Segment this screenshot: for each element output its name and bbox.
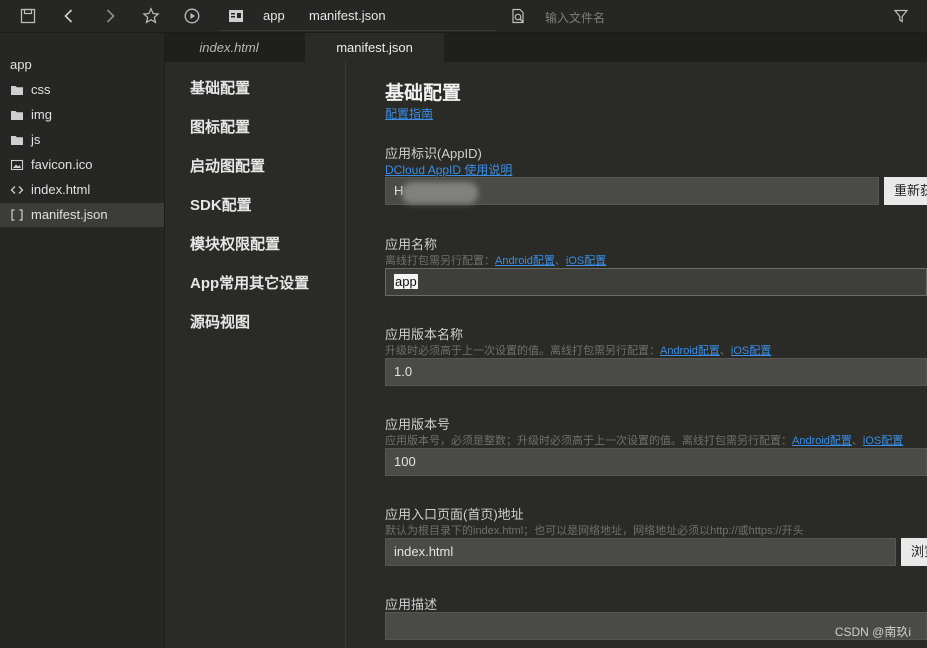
version-name-value: 1.0 <box>394 364 413 379</box>
basic-config-form: 基础配置 配置指南 应用标识(AppID) DCloud AppID 使用说明 … <box>345 62 927 648</box>
breadcrumb-divider <box>219 30 496 31</box>
tree-item-label: img <box>31 107 52 122</box>
tree-item-label: favicon.ico <box>31 157 93 172</box>
entry-page-label: 应用入口页面(首页)地址 <box>385 507 524 522</box>
save-icon[interactable] <box>18 6 38 26</box>
tree-item-favicon[interactable]: favicon.ico <box>0 153 164 177</box>
tree-item-label: app <box>10 57 32 72</box>
page-title: 基础配置 <box>385 83 462 104</box>
hint-separator: 、 <box>719 345 731 357</box>
version-code-field[interactable]: 100 <box>385 448 927 476</box>
android-config-link[interactable]: Android配置 <box>660 345 720 357</box>
ios-config-link[interactable]: iOS配置 <box>731 345 771 357</box>
folder-icon <box>10 133 24 147</box>
nav-splash-config[interactable]: 启动图配置 <box>190 155 265 176</box>
version-code-label: 应用版本号 <box>385 417 451 432</box>
regenerate-appid-button[interactable]: 重新获取 <box>884 177 927 205</box>
project-file-tree: app css img js favicon.ico index.html ma… <box>0 33 165 648</box>
hint-text: 应用版本号，必须是整数；升级时必须高于上一次设置的值。离线打包需另行配置： <box>385 435 792 447</box>
hint-text: 升级时必须高于上一次设置的值。离线打包需另行配置： <box>385 345 660 357</box>
entry-page-field[interactable]: index.html <box>385 538 896 566</box>
hint-separator: 、 <box>851 435 863 447</box>
version-name-hint: 升级时必须高于上一次设置的值。离线打包需另行配置：Android配置、iOS配置 <box>385 342 771 358</box>
run-icon[interactable] <box>182 6 202 26</box>
tree-item-label: js <box>31 132 41 147</box>
tree-item-css[interactable]: css <box>0 78 164 102</box>
hint-text: 离线打包需另行配置： <box>385 255 495 267</box>
browse-button[interactable]: 浏览 <box>901 538 927 566</box>
editor-tab-bar: index.html manifest.json <box>165 33 927 62</box>
description-label: 应用描述 <box>385 597 438 612</box>
csdn-watermark: CSDN @南玖i <box>834 625 911 639</box>
image-icon <box>10 158 24 172</box>
nav-icon-config[interactable]: 图标配置 <box>190 116 250 137</box>
hint-separator: 、 <box>554 255 566 267</box>
code-icon <box>10 183 24 197</box>
top-toolbar: app manifest.json 输入文件名 <box>0 0 927 33</box>
version-name-field[interactable]: 1.0 <box>385 358 927 386</box>
version-code-hint: 应用版本号，必须是整数；升级时必须高于上一次设置的值。离线打包需另行配置：And… <box>385 432 927 448</box>
nav-module-permissions[interactable]: 模块权限配置 <box>190 233 280 254</box>
ios-config-link[interactable]: iOS配置 <box>863 435 903 447</box>
tree-item-label: index.html <box>31 182 91 197</box>
star-icon[interactable] <box>141 6 161 26</box>
app-name-value: app <box>394 274 418 289</box>
tab-manifest-json[interactable]: manifest.json <box>305 33 444 62</box>
nav-basic-config[interactable]: 基础配置 <box>190 77 250 98</box>
redacted-appid-mask <box>402 182 478 204</box>
folder-icon <box>10 108 24 122</box>
config-guide-link[interactable]: 配置指南 <box>385 105 433 122</box>
tree-item-app[interactable]: app <box>0 53 164 77</box>
tree-item-manifest-json[interactable]: manifest.json <box>0 203 164 227</box>
preview-icon[interactable] <box>226 6 246 26</box>
filter-icon[interactable] <box>891 6 911 26</box>
nav-source-view[interactable]: 源码视图 <box>190 311 250 332</box>
tree-item-js[interactable]: js <box>0 128 164 152</box>
breadcrumb-project[interactable]: app <box>263 8 285 23</box>
tree-item-index-html[interactable]: index.html <box>0 178 164 202</box>
nav-sdk-config[interactable]: SDK配置 <box>190 194 252 215</box>
tree-item-label: manifest.json <box>31 207 108 222</box>
nav-app-other-settings[interactable]: App常用其它设置 <box>190 272 309 293</box>
android-config-link[interactable]: Android配置 <box>495 255 555 267</box>
manifest-settings-nav: 基础配置 图标配置 启动图配置 SDK配置 模块权限配置 App常用其它设置 源… <box>165 62 346 648</box>
app-name-field[interactable]: app <box>385 268 927 296</box>
folder-icon <box>10 83 24 97</box>
app-name-hint: 离线打包需另行配置：Android配置、iOS配置 <box>385 252 606 268</box>
breadcrumb-file[interactable]: manifest.json <box>309 8 386 23</box>
entry-page-hint: 默认为根目录下的index.html；也可以是网络地址，网络地址必须以http:… <box>385 525 804 537</box>
back-icon[interactable] <box>59 6 79 26</box>
app-name-label: 应用名称 <box>385 237 438 252</box>
json-icon <box>10 208 24 222</box>
version-code-value: 100 <box>394 454 416 469</box>
tree-item-label: css <box>31 82 51 97</box>
android-config-link[interactable]: Android配置 <box>792 435 852 447</box>
appid-label: 应用标识(AppID) <box>385 146 482 161</box>
ios-config-link[interactable]: iOS配置 <box>566 255 606 267</box>
appid-help-link[interactable]: DCloud AppID 使用说明 <box>385 161 512 178</box>
entry-page-value: index.html <box>394 544 454 559</box>
forward-icon[interactable] <box>100 6 120 26</box>
version-name-label: 应用版本名称 <box>385 327 464 342</box>
tab-index-html[interactable]: index.html <box>165 33 293 62</box>
file-search-input[interactable]: 输入文件名 <box>545 9 605 26</box>
find-file-icon[interactable] <box>508 6 528 26</box>
tree-item-img[interactable]: img <box>0 103 164 127</box>
